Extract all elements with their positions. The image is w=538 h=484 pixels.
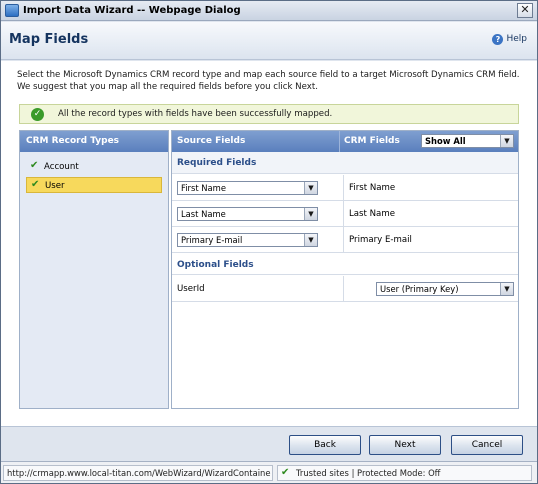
security-zone-label: Trusted sites | Protected Mode: Off	[296, 468, 441, 478]
mapping-row: Last Name ▼ Last Name	[172, 201, 518, 227]
row-divider	[343, 227, 344, 252]
content-area: Select the Microsoft Dynamics CRM record…	[1, 61, 537, 456]
record-type-user[interactable]: ✔ User	[26, 177, 162, 193]
source-select-primary-email[interactable]: Primary E-mail ▼	[177, 233, 318, 247]
back-label: Back	[314, 440, 336, 450]
dropdown-arrow-icon: ▼	[304, 182, 317, 194]
help-icon: ?	[492, 34, 504, 45]
dropdown-arrow-icon: ▼	[304, 208, 317, 220]
cancel-button[interactable]: Cancel	[451, 435, 523, 455]
crm-fields-header: CRM Fields	[344, 136, 400, 146]
crm-value: User (Primary Key)	[380, 284, 459, 294]
crm-field-label: Last Name	[349, 209, 395, 219]
filter-select[interactable]: Show All ▼	[421, 134, 514, 148]
button-bar: Back Next Cancel	[1, 426, 537, 460]
tick-icon: ✔	[31, 179, 40, 190]
optional-fields-label: Optional Fields	[177, 260, 254, 270]
required-fields-label: Required Fields	[177, 158, 257, 168]
field-mapping-panel: Source Fields CRM Fields Show All ▼ Requ…	[171, 130, 519, 409]
row-divider	[343, 175, 344, 200]
crm-field-label: First Name	[349, 183, 396, 193]
source-value: Primary E-mail	[181, 235, 243, 245]
close-icon: ✕	[520, 3, 530, 16]
dropdown-arrow-icon: ▼	[500, 135, 513, 147]
tick-icon: ✔	[30, 160, 39, 171]
success-bar: ✓ All the record types with fields have …	[19, 104, 519, 124]
tick-icon: ✔	[281, 467, 290, 478]
help-label: Help	[506, 34, 527, 44]
mapping-header: Source Fields CRM Fields Show All ▼	[172, 131, 518, 152]
dropdown-arrow-icon: ▼	[304, 234, 317, 246]
source-field-label: UserId	[177, 284, 205, 294]
source-value: Last Name	[181, 209, 226, 219]
source-fields-header: Source Fields	[177, 136, 246, 146]
header-divider	[339, 131, 340, 152]
source-select-first-name[interactable]: First Name ▼	[177, 181, 318, 195]
status-url: http://crmapp.www.local-titan.com/WebWiz…	[3, 465, 273, 481]
page-title: Map Fields	[9, 32, 89, 47]
required-section: Required Fields	[172, 152, 518, 174]
dialog-window: Import Data Wizard -- Webpage Dialog ✕ M…	[0, 0, 538, 484]
record-types-panel: CRM Record Types ✔ Account ✔ User	[19, 130, 169, 409]
back-button[interactable]: Back	[289, 435, 361, 455]
next-button[interactable]: Next	[369, 435, 441, 455]
security-zone: ✔ Trusted sites | Protected Mode: Off	[277, 465, 532, 481]
source-value: First Name	[181, 183, 226, 193]
next-label: Next	[394, 440, 416, 450]
status-bar: http://crmapp.www.local-titan.com/WebWiz…	[1, 461, 537, 483]
mapping-row: First Name ▼ First Name	[172, 175, 518, 201]
optional-section: Optional Fields	[172, 253, 518, 275]
filter-value: Show All	[425, 136, 466, 146]
mapping-row: UserId User (Primary Key) ▼	[172, 276, 518, 302]
title-bar: Import Data Wizard -- Webpage Dialog ✕	[1, 1, 537, 21]
cancel-label: Cancel	[471, 440, 503, 450]
mapping-row: Primary E-mail ▼ Primary E-mail	[172, 227, 518, 253]
close-button[interactable]: ✕	[517, 3, 533, 18]
dropdown-arrow-icon: ▼	[500, 283, 513, 295]
source-select-last-name[interactable]: Last Name ▼	[177, 207, 318, 221]
record-type-account[interactable]: ✔ Account	[26, 159, 162, 175]
record-types-header: CRM Record Types	[20, 131, 168, 152]
success-message: All the record types with fields have be…	[58, 109, 333, 119]
app-icon	[5, 4, 19, 17]
crm-field-label: Primary E-mail	[349, 235, 412, 245]
page-header: Map Fields ? Help	[1, 22, 537, 60]
row-divider	[343, 201, 344, 226]
help-link[interactable]: ? Help	[492, 34, 527, 45]
window-title: Import Data Wizard -- Webpage Dialog	[23, 5, 241, 16]
record-type-label: Account	[44, 162, 79, 172]
check-icon: ✓	[31, 108, 44, 121]
record-type-label: User	[45, 181, 65, 191]
crm-select-user-primary-key[interactable]: User (Primary Key) ▼	[376, 282, 514, 296]
row-divider	[343, 276, 344, 301]
instructions-text: Select the Microsoft Dynamics CRM record…	[17, 70, 520, 92]
